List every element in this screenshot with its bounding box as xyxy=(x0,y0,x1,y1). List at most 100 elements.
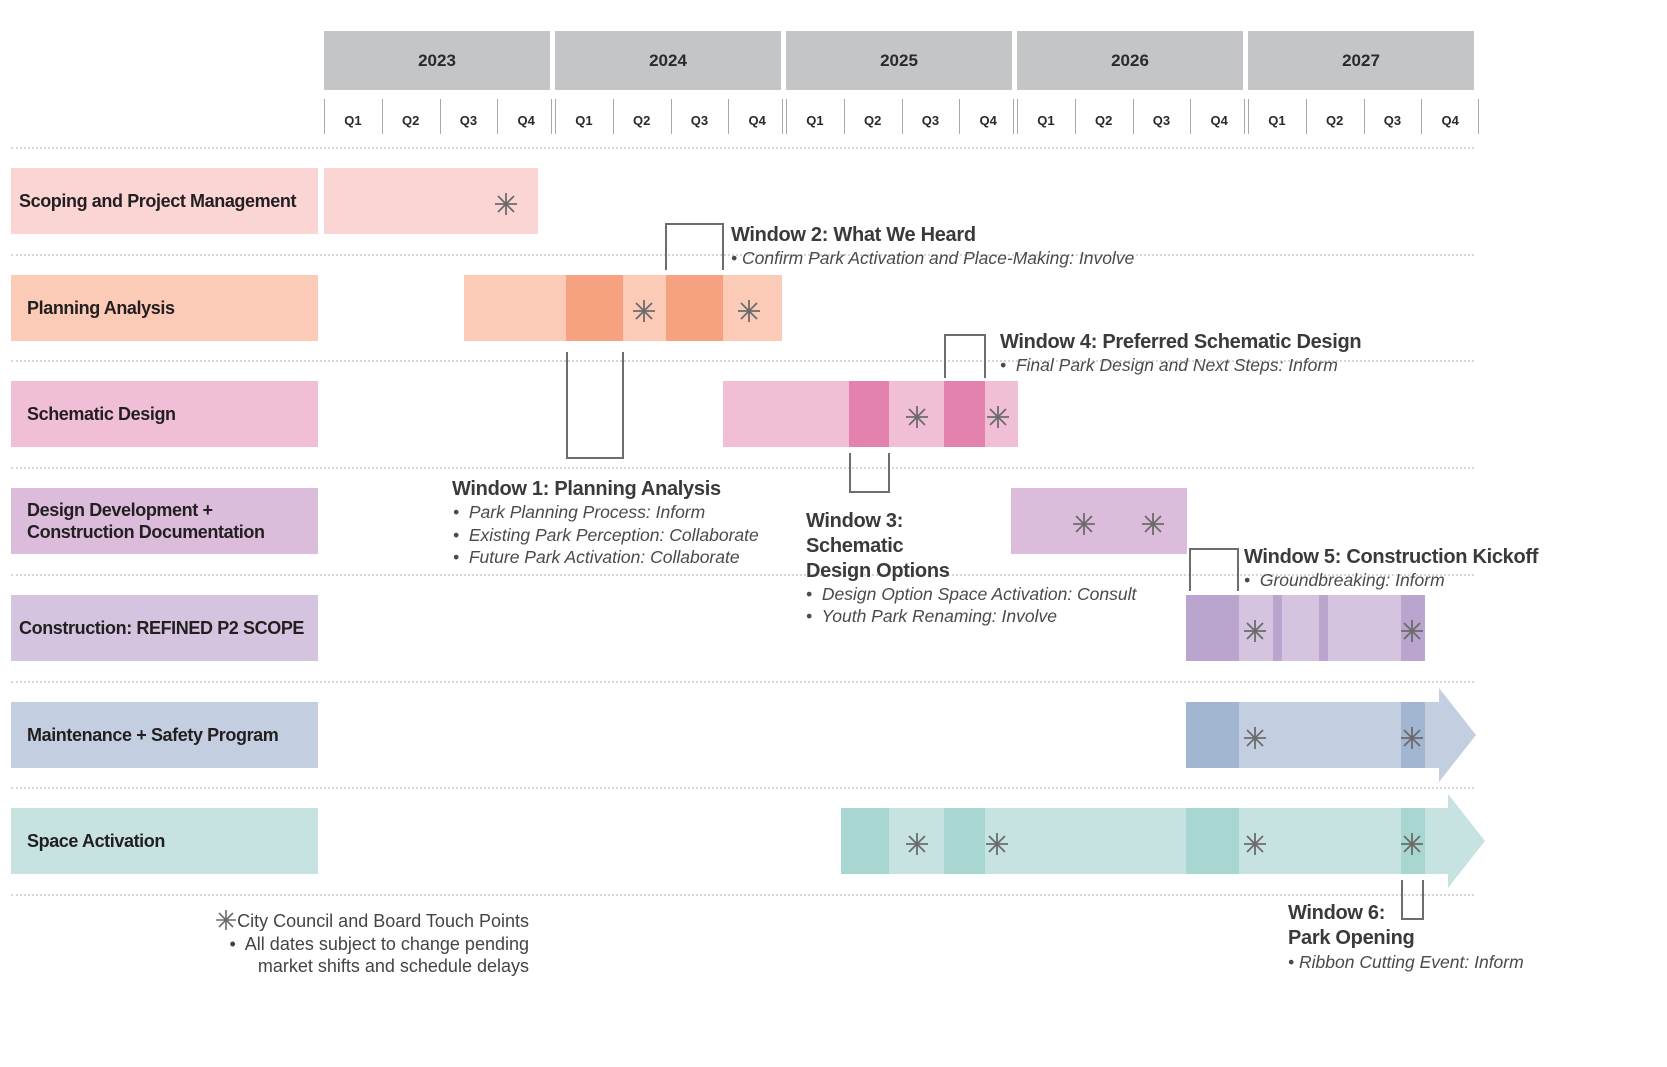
quarter-label: Q1 xyxy=(1268,112,1286,128)
year-header: 2025 xyxy=(786,31,1012,90)
window-3-title-line: Schematic xyxy=(806,535,904,557)
year-header: 2024 xyxy=(555,31,781,90)
window-2-item: • Confirm Park Activation and Place-Maki… xyxy=(731,248,1135,268)
quarter-label: Q1 xyxy=(1037,112,1055,128)
quarter-label: Q4 xyxy=(517,112,535,128)
bar-segment-highlight xyxy=(840,808,889,874)
window-6-title-line: Window 6: xyxy=(1288,902,1386,924)
window-5-bracket xyxy=(1189,548,1239,591)
touch-point-asterisk-icon xyxy=(1399,831,1425,857)
quarter-tick xyxy=(1244,99,1245,134)
quarter-label: Q3 xyxy=(1383,112,1402,128)
row-label-text: Space Activation xyxy=(27,831,165,851)
touch-point-asterisk-icon xyxy=(904,404,930,430)
arrow-head xyxy=(1448,794,1486,888)
bar-segment-highlight xyxy=(665,275,724,341)
quarter-label: Q3 xyxy=(921,112,940,128)
window-1-item: • Existing Park Perception: Collaborate xyxy=(453,525,759,545)
quarter-label: Q4 xyxy=(979,112,997,128)
quarter-tick xyxy=(551,99,552,134)
window-3-title-line: Design Options xyxy=(806,560,950,582)
window-3-title-line: Window 3: xyxy=(806,510,904,532)
arrow-head xyxy=(1438,688,1476,782)
touch-point-asterisk-icon xyxy=(736,298,762,324)
window-5-title: Window 5: Construction Kickoff xyxy=(1244,546,1539,568)
year-header: 2023 xyxy=(324,31,550,90)
bar-segment-highlight xyxy=(565,275,624,341)
window-1-item: • Future Park Activation: Collaborate xyxy=(453,547,740,567)
quarter-label: Q3 xyxy=(1152,112,1171,128)
row-label-text: Planning Analysis xyxy=(27,298,175,318)
bar-segment-highlight xyxy=(1272,595,1283,661)
row-label: Schematic Design xyxy=(11,381,318,447)
bar-segment-highlight xyxy=(944,808,986,874)
quarter-label: Q1 xyxy=(575,112,593,128)
row-label-line: Design Development + xyxy=(27,500,213,520)
quarter-tick xyxy=(1478,99,1479,134)
bar-segment-highlight xyxy=(944,381,986,447)
legend: City Council and Board Touch Points • Al… xyxy=(215,909,529,978)
quarter-label: Q4 xyxy=(748,112,766,128)
window-6-title-line: Park Opening xyxy=(1288,927,1415,949)
bar-segment xyxy=(840,808,1449,874)
quarter-label: Q2 xyxy=(401,112,420,128)
row-label: Planning Analysis xyxy=(11,275,318,341)
touch-point-asterisk-icon xyxy=(631,298,657,324)
touch-point-asterisk-icon xyxy=(1071,511,1097,537)
window-3-title: Window 3: Schematic Design Options xyxy=(806,509,950,584)
quarter-label: Q4 xyxy=(1210,112,1228,128)
row-label: Construction: REFINED P2 SCOPE xyxy=(11,595,318,661)
bar-segment-highlight xyxy=(1319,595,1328,661)
row-separator xyxy=(11,681,1474,683)
quarter-label: Q3 xyxy=(690,112,709,128)
touch-point-asterisk-icon xyxy=(984,831,1010,857)
quarter-label: Q3 xyxy=(459,112,478,128)
quarter-label: Q1 xyxy=(344,112,362,128)
year-header: 2027 xyxy=(1248,31,1474,90)
quarter-label: Q2 xyxy=(863,112,882,128)
legend-note: market shifts and schedule delays xyxy=(257,956,529,976)
quarter-label: Q2 xyxy=(1094,112,1113,128)
window-6-item: • Ribbon Cutting Event: Inform xyxy=(1288,952,1524,972)
touch-point-asterisk-icon xyxy=(1399,618,1425,644)
legend-touch-points: City Council and Board Touch Points xyxy=(215,909,529,933)
quarter-label: Q1 xyxy=(806,112,824,128)
touch-point-asterisk-icon xyxy=(985,404,1011,430)
bar-segment-highlight xyxy=(1186,702,1239,768)
row-label-text: Maintenance + Safety Program xyxy=(27,725,279,745)
window-3-bracket xyxy=(849,453,890,493)
window-3-item: • Design Option Space Activation: Consul… xyxy=(806,584,1137,604)
row-separator xyxy=(11,467,1474,469)
touch-point-asterisk-icon xyxy=(904,831,930,857)
asterisk-icon xyxy=(216,910,237,930)
window-6-title: Window 6: Park Opening xyxy=(1288,901,1415,951)
row-label: Design Development + Construction Documen… xyxy=(11,488,318,554)
window-1-item: • Park Planning Process: Inform xyxy=(453,502,706,522)
window-2-bracket xyxy=(665,223,724,270)
touch-point-asterisk-icon xyxy=(1242,618,1268,644)
touch-point-asterisk-icon xyxy=(1242,725,1268,751)
row-label: Scoping and Project Management xyxy=(11,168,318,234)
window-3-item: • Youth Park Renaming: Involve xyxy=(806,606,1057,626)
bar-segment-highlight xyxy=(1186,808,1239,874)
window-4-title: Window 4: Preferred Schematic Design xyxy=(1000,331,1362,353)
window-2-title: Window 2: What We Heard xyxy=(731,224,976,246)
window-4-item: • Final Park Design and Next Steps: Info… xyxy=(1000,355,1338,375)
legend-note: • All dates subject to change pending xyxy=(229,933,529,954)
bar-segment-highlight xyxy=(1186,595,1239,661)
row-label: Maintenance + Safety Program xyxy=(11,702,318,768)
row-label-text: Scoping and Project Management xyxy=(19,191,297,211)
quarter-label: Q4 xyxy=(1441,112,1459,128)
row-separator xyxy=(11,787,1474,789)
quarter-tick xyxy=(782,99,783,134)
quarter-tick xyxy=(1013,99,1014,134)
bar-segment-highlight xyxy=(848,381,889,447)
row-label: Space Activation xyxy=(11,808,318,874)
touch-point-asterisk-icon xyxy=(1140,511,1166,537)
row-separator xyxy=(11,147,1474,149)
quarter-label: Q2 xyxy=(1325,112,1344,128)
touch-point-asterisk-icon xyxy=(1242,831,1268,857)
window-1-title: Window 1: Planning Analysis xyxy=(452,478,721,500)
quarter-label: Q2 xyxy=(632,112,651,128)
window-5-item: • Groundbreaking: Inform xyxy=(1244,570,1445,590)
